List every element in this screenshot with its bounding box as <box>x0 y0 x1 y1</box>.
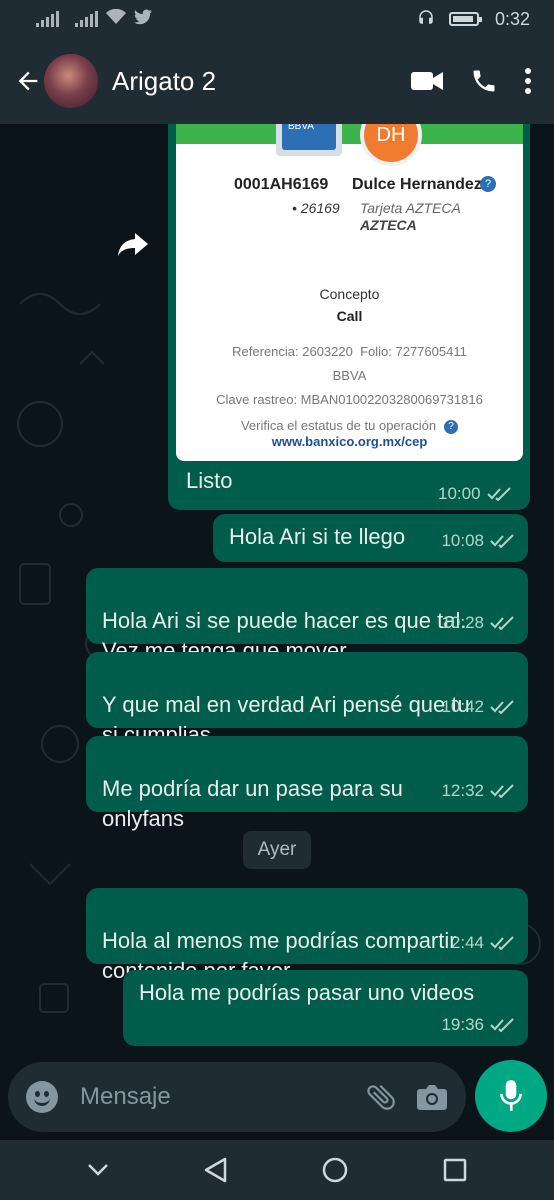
receipt-account-last4: • 26169 <box>292 200 340 216</box>
message-bubble[interactable]: Hola al menos me podrías compartir conte… <box>86 888 528 983</box>
mic-button[interactable] <box>475 1060 547 1132</box>
home-circle-icon[interactable] <box>321 1156 349 1184</box>
signal-icon <box>75 11 98 27</box>
recents-square-icon[interactable] <box>443 1158 467 1182</box>
back-triangle-icon[interactable] <box>203 1157 227 1183</box>
forward-icon[interactable] <box>113 224 153 264</box>
read-ticks-icon <box>486 487 511 501</box>
signal-icon <box>36 11 59 27</box>
receipt-clave-rastreo: Clave rastreo: MBAN01002203280069731816 <box>216 392 483 407</box>
chat-header: Arigato 2 <box>0 38 554 124</box>
receipt-recipient-name: Dulce Hernandez <box>352 176 482 193</box>
receipt-dest-bank: AZTECA <box>360 217 417 233</box>
message-time: 10:00 <box>438 484 513 504</box>
receipt-verify: Verifica el estatus de tu operación? <box>176 418 523 434</box>
message-time: 19:36 <box>441 1010 516 1040</box>
more-vert-icon[interactable] <box>524 67 532 95</box>
message-bubble[interactable]: Me podría dar un pase para su onlyfans 1… <box>86 736 528 831</box>
receipt-card-type: Tarjeta AZTECA <box>360 200 461 216</box>
receipt-verify-text: Verifica el estatus de tu operación <box>240 418 437 433</box>
read-ticks-icon <box>490 700 514 714</box>
receipt-concepto-value: Call <box>336 308 363 324</box>
message-time: 10:08 <box>441 526 516 556</box>
message-time: 10:42 <box>441 692 516 722</box>
message-text: Hola me podrías pasar uno videos <box>139 980 475 1005</box>
receipt-header-bar <box>176 124 523 144</box>
headset-icon <box>417 8 435 31</box>
receipt-reference: Referencia: 2603220 Folio: 7277605411 <box>232 344 467 359</box>
receipt-origin-bank: BBVA <box>332 368 367 383</box>
message-bubble[interactable]: Y que mal en verdad Ari pensé que tu si … <box>86 652 528 747</box>
read-ticks-icon <box>490 936 514 950</box>
contact-name[interactable]: Arigato 2 <box>112 66 410 97</box>
message-bubble[interactable]: Hola Ari si te llego 10:08 <box>213 514 528 562</box>
battery-icon <box>448 12 482 26</box>
avatar[interactable] <box>44 54 98 108</box>
status-bar: 0:32 <box>0 0 554 38</box>
read-ticks-icon <box>490 1018 514 1032</box>
message-bubble[interactable]: Hola Ari si se puede hacer es que tal. V… <box>86 568 528 663</box>
chat-area[interactable]: BBVA DH 0001AH6169 Dulce Hernandez ? • 2… <box>0 124 554 1054</box>
message-time: 2:44 <box>451 928 516 958</box>
compose-bar: Mensaje <box>0 1054 554 1140</box>
clock: 0:32 <box>494 8 530 29</box>
message-text: Hola Ari si te llego <box>229 524 406 549</box>
attach-icon[interactable] <box>364 1080 398 1114</box>
message-caption: Listo <box>186 468 233 493</box>
twitter-icon <box>134 9 152 30</box>
message-time: 12:32 <box>441 776 516 806</box>
wifi-icon <box>106 8 126 30</box>
read-ticks-icon <box>490 784 514 798</box>
transfer-receipt-image[interactable]: BBVA DH 0001AH6169 Dulce Hernandez ? • 2… <box>176 124 523 461</box>
help-icon: ? <box>444 419 459 434</box>
receipt-account: 0001AH6169 <box>234 176 329 193</box>
video-call-icon[interactable] <box>410 68 444 94</box>
mic-icon <box>500 1080 522 1111</box>
system-nav-bar <box>0 1140 554 1200</box>
message-input[interactable]: Mensaje <box>80 1083 364 1111</box>
message-bubble[interactable]: Hola me podrías pasar uno videos 19:36 <box>123 970 528 1046</box>
receipt-concepto-label: Concepto <box>319 286 380 302</box>
emoji-icon[interactable] <box>26 1081 58 1113</box>
bank-logo: BBVA <box>276 124 342 156</box>
camera-icon[interactable] <box>416 1083 448 1111</box>
day-separator: Ayer <box>243 831 311 869</box>
recipient-initials: DH <box>360 124 422 166</box>
message-input-field[interactable]: Mensaje <box>8 1062 466 1132</box>
help-icon: ? <box>480 176 496 192</box>
message-time: 10:28 <box>441 608 516 638</box>
read-ticks-icon <box>490 534 514 548</box>
phone-icon[interactable] <box>470 67 498 95</box>
read-ticks-icon <box>490 616 514 630</box>
chevron-down-icon[interactable] <box>87 1163 109 1177</box>
receipt-url[interactable]: www.banxico.org.mx/cep <box>176 434 523 449</box>
